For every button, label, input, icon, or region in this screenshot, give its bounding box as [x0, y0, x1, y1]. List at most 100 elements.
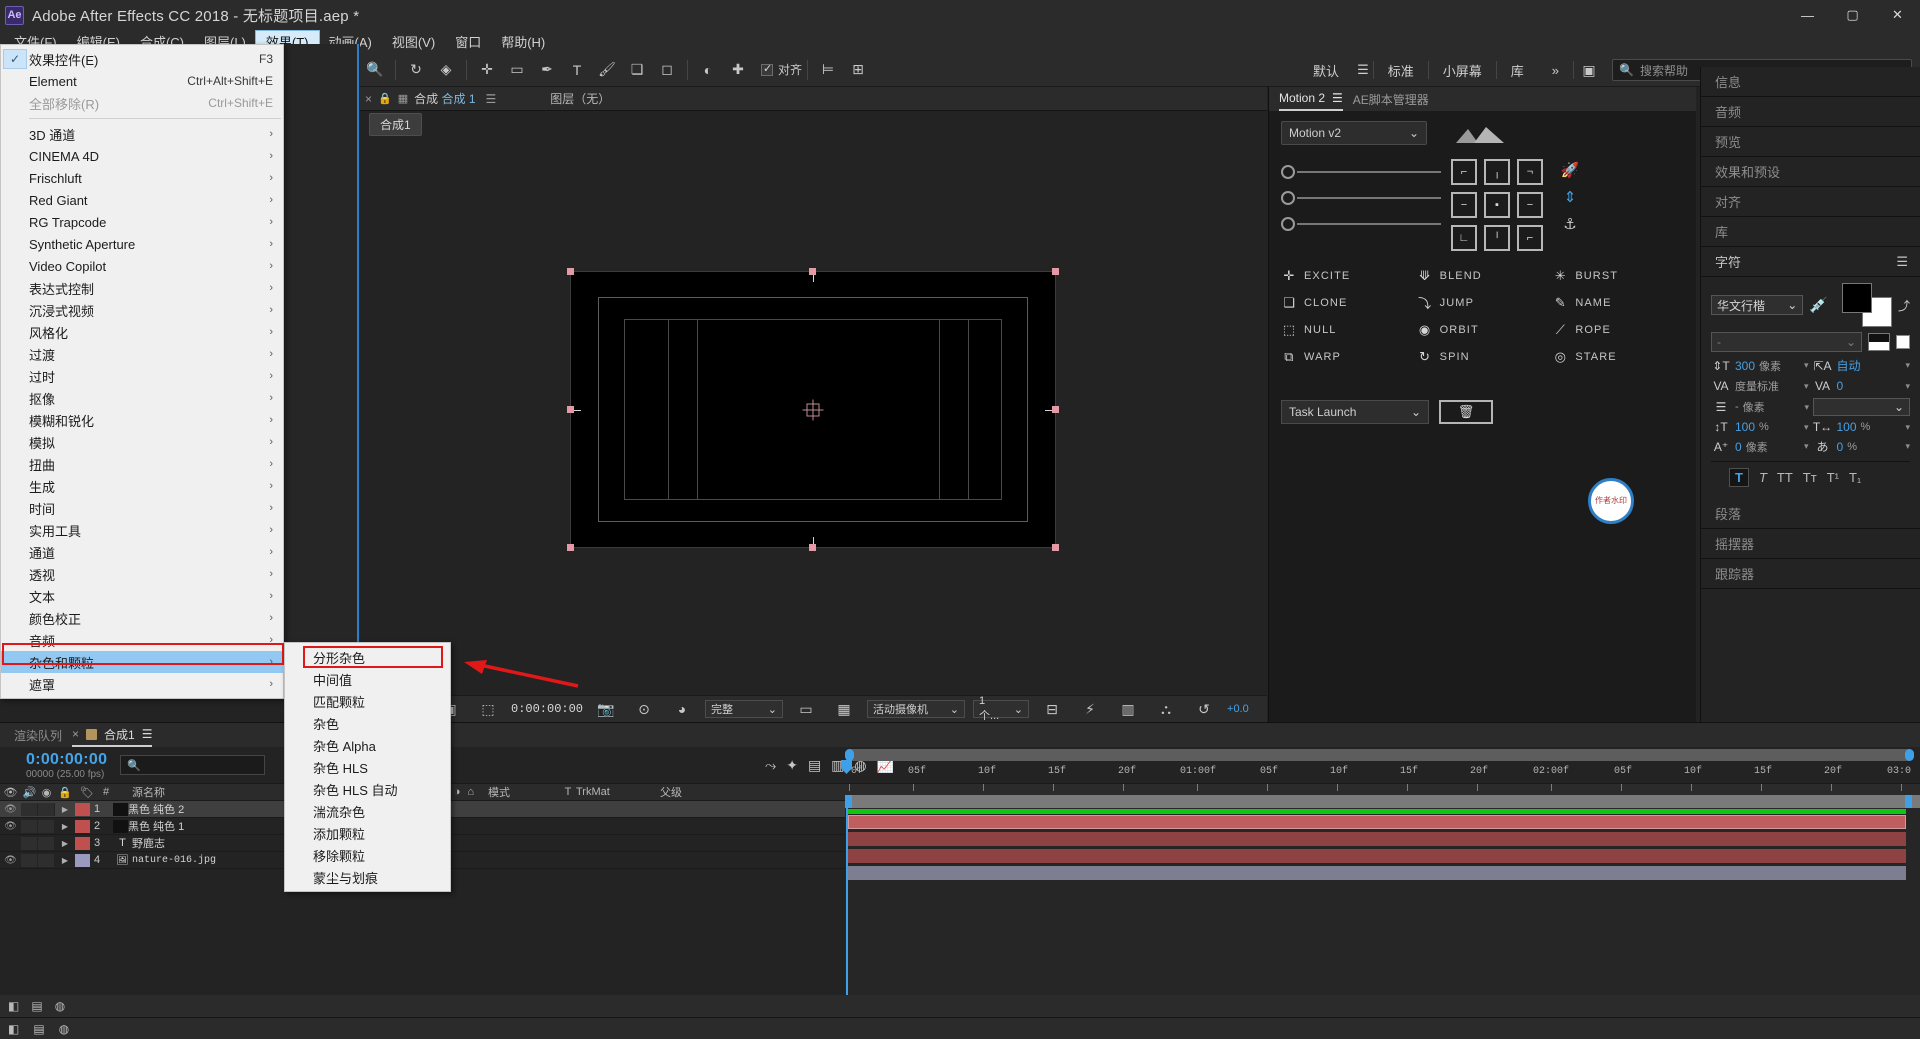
menuitem-stylize[interactable]: 风格化› [1, 321, 283, 343]
panel-character-header[interactable]: 字符 ☰ [1701, 247, 1920, 277]
menu-help[interactable]: 帮助(H) [491, 31, 555, 52]
panel-align[interactable]: 对齐 [1701, 187, 1920, 217]
transform-handle-tc[interactable] [809, 268, 816, 275]
motion-blur-icon[interactable]: ◍ [55, 999, 65, 1013]
vertical-scale-field[interactable]: ↕T 100 % ▾ [1711, 420, 1809, 434]
anchor-middle-left[interactable]: − [1451, 192, 1477, 218]
trkmat-column-header[interactable]: TrkMat [576, 783, 654, 801]
faux-bold-button[interactable]: T [1729, 468, 1749, 487]
workspace-overflow[interactable]: » [1538, 63, 1573, 78]
menuitem-matte[interactable]: 遮罩› [1, 673, 283, 695]
slider-row-3[interactable] [1281, 211, 1441, 237]
hide-shy-layers-icon[interactable]: ▤ [808, 757, 821, 774]
submenuitem-noise[interactable]: 杂色 [285, 712, 450, 734]
slider-knob-1[interactable] [1281, 165, 1295, 179]
views-select[interactable]: 1 个...⌄ [973, 700, 1029, 718]
action-rope[interactable]: ⟋ROPE [1552, 321, 1684, 338]
slider-row-1[interactable] [1281, 159, 1441, 185]
menuitem-immersive-video[interactable]: 沉浸式视频› [1, 299, 283, 321]
layer-solo-toggle[interactable] [38, 803, 55, 816]
menuitem-noise-grain[interactable]: 杂色和颗粒› [1, 651, 283, 673]
action-orbit[interactable]: ◉ORBIT [1417, 321, 1549, 338]
submenuitem-match-grain[interactable]: 匹配颗粒 [285, 690, 450, 712]
submenuitem-noise-hls[interactable]: 杂色 HLS [285, 756, 450, 778]
anchor-center[interactable]: ▪ [1484, 192, 1510, 218]
menuitem-distort[interactable]: 扭曲› [1, 453, 283, 475]
anchor-bottom-right[interactable]: ⌐ [1517, 225, 1543, 251]
submenuitem-dust-scratches[interactable]: 蒙尘与划痕 [285, 866, 450, 888]
layer-label-color[interactable] [75, 854, 90, 867]
workspace-default[interactable]: 默认 [1299, 61, 1353, 80]
transform-handle-tr[interactable] [1052, 268, 1059, 275]
tab-render-queue[interactable]: 渲染队列 [14, 723, 62, 747]
panel-menu-icon[interactable]: ☰ [1896, 254, 1908, 270]
slider-knob-3[interactable] [1281, 217, 1295, 231]
menuitem-blur-sharpen[interactable]: 模糊和锐化› [1, 409, 283, 431]
vertical-arrows-icon[interactable]: ⇕ [1560, 186, 1580, 208]
layer-anchor-point[interactable] [807, 403, 820, 416]
snapping-checkbox[interactable] [761, 64, 773, 76]
font-family-select[interactable]: 华文行楷⌄ [1711, 295, 1803, 315]
action-blend[interactable]: ⟱BLEND [1417, 267, 1549, 284]
current-time-display[interactable]: 0:00:00:00 00000 (25.00 fps) [0, 751, 120, 780]
workspace-standard[interactable]: 标准 [1374, 61, 1428, 80]
viewer-current-time[interactable]: 0:00:00:00 [511, 702, 583, 716]
playhead-line[interactable] [846, 795, 848, 995]
maximize-button[interactable]: ▢ [1830, 0, 1875, 30]
layer-audio-toggle[interactable] [21, 820, 38, 833]
layer-audio-toggle[interactable] [21, 803, 38, 816]
menuitem-utility[interactable]: 实用工具› [1, 519, 283, 541]
layer-duration-bar[interactable] [848, 815, 1906, 829]
menuitem-simulation[interactable]: 模拟› [1, 431, 283, 453]
viewer-stage[interactable] [359, 137, 1267, 682]
exposure-value[interactable]: +0.0 [1227, 703, 1249, 715]
action-warp[interactable]: ⧉WARP [1281, 348, 1413, 365]
subscript-button[interactable]: T₁ [1849, 470, 1861, 485]
slider-track-2[interactable] [1297, 197, 1441, 199]
menuitem-3d-channel[interactable]: 3D 通道› [1, 123, 283, 145]
pan-behind-tool-icon[interactable]: ✛ [473, 58, 501, 82]
layer-duration-bar[interactable] [848, 832, 1906, 846]
close-button[interactable]: ✕ [1875, 0, 1920, 30]
type-tool-icon[interactable]: T [563, 58, 591, 82]
submenuitem-noise-alpha[interactable]: 杂色 Alpha [285, 734, 450, 756]
slider-knob-2[interactable] [1281, 191, 1295, 205]
layer-expand-triangle[interactable]: ▶ [55, 805, 75, 814]
anchor-bottom-left[interactable]: ∟ [1451, 225, 1477, 251]
tab-ae-script-manager[interactable]: AE脚本管理器 [1353, 87, 1429, 111]
panel-menu-icon[interactable]: ☰ [142, 727, 153, 741]
menuitem-rg-trapcode[interactable]: RG Trapcode› [1, 211, 283, 233]
motion-preset-select[interactable]: Motion v2⌄ [1281, 121, 1427, 145]
menuitem-video-copilot[interactable]: Video Copilot› [1, 255, 283, 277]
transform-handle-tl[interactable] [567, 268, 574, 275]
show-snapshot-icon[interactable]: ⊙ [630, 697, 658, 721]
region-of-interest-icon[interactable]: ⬚ [474, 697, 502, 721]
layer-audio-toggle[interactable] [21, 854, 38, 867]
flowchart-icon[interactable]: ⛬ [1152, 697, 1180, 721]
menuitem-keying[interactable]: 抠像› [1, 387, 283, 409]
lock-icon[interactable]: 🔒 [378, 92, 392, 105]
pen-tool-icon[interactable]: ✒ [533, 58, 561, 82]
transform-handle-ml[interactable] [567, 406, 574, 413]
panel-effects-presets[interactable]: 效果和预设 [1701, 157, 1920, 187]
layer-label-color[interactable] [75, 837, 90, 850]
menuitem-element[interactable]: Element Ctrl+Alt+Shift+E [1, 70, 283, 92]
shape-tool-icon[interactable]: ▭ [503, 58, 531, 82]
layer-visibility-toggle[interactable]: 👁 [0, 855, 21, 866]
slider-track-3[interactable] [1297, 223, 1441, 225]
reset-exposure-icon[interactable]: ↺ [1190, 697, 1218, 721]
action-spin[interactable]: ↻SPIN [1417, 348, 1549, 365]
menuitem-generate[interactable]: 生成› [1, 475, 283, 497]
fast-preview-icon[interactable]: ⚡ [1076, 697, 1104, 721]
mode-column-header[interactable]: 模式 [480, 783, 560, 801]
black-white-swatch-icon[interactable] [1868, 333, 1890, 351]
panel-menu-icon[interactable]: ☰ [1332, 91, 1343, 105]
rocket-icon[interactable]: 🚀 [1560, 159, 1580, 181]
parent-column-header[interactable]: 父级 [654, 783, 749, 801]
no-color-swatch[interactable] [1896, 335, 1910, 349]
menuitem-obsolete[interactable]: 过时› [1, 365, 283, 387]
anchor-icon[interactable]: ⚓ [1560, 213, 1580, 235]
superscript-button[interactable]: T¹ [1827, 470, 1839, 485]
minimize-button[interactable]: — [1785, 0, 1830, 30]
quality-select[interactable]: 完整⌄ [705, 700, 783, 718]
